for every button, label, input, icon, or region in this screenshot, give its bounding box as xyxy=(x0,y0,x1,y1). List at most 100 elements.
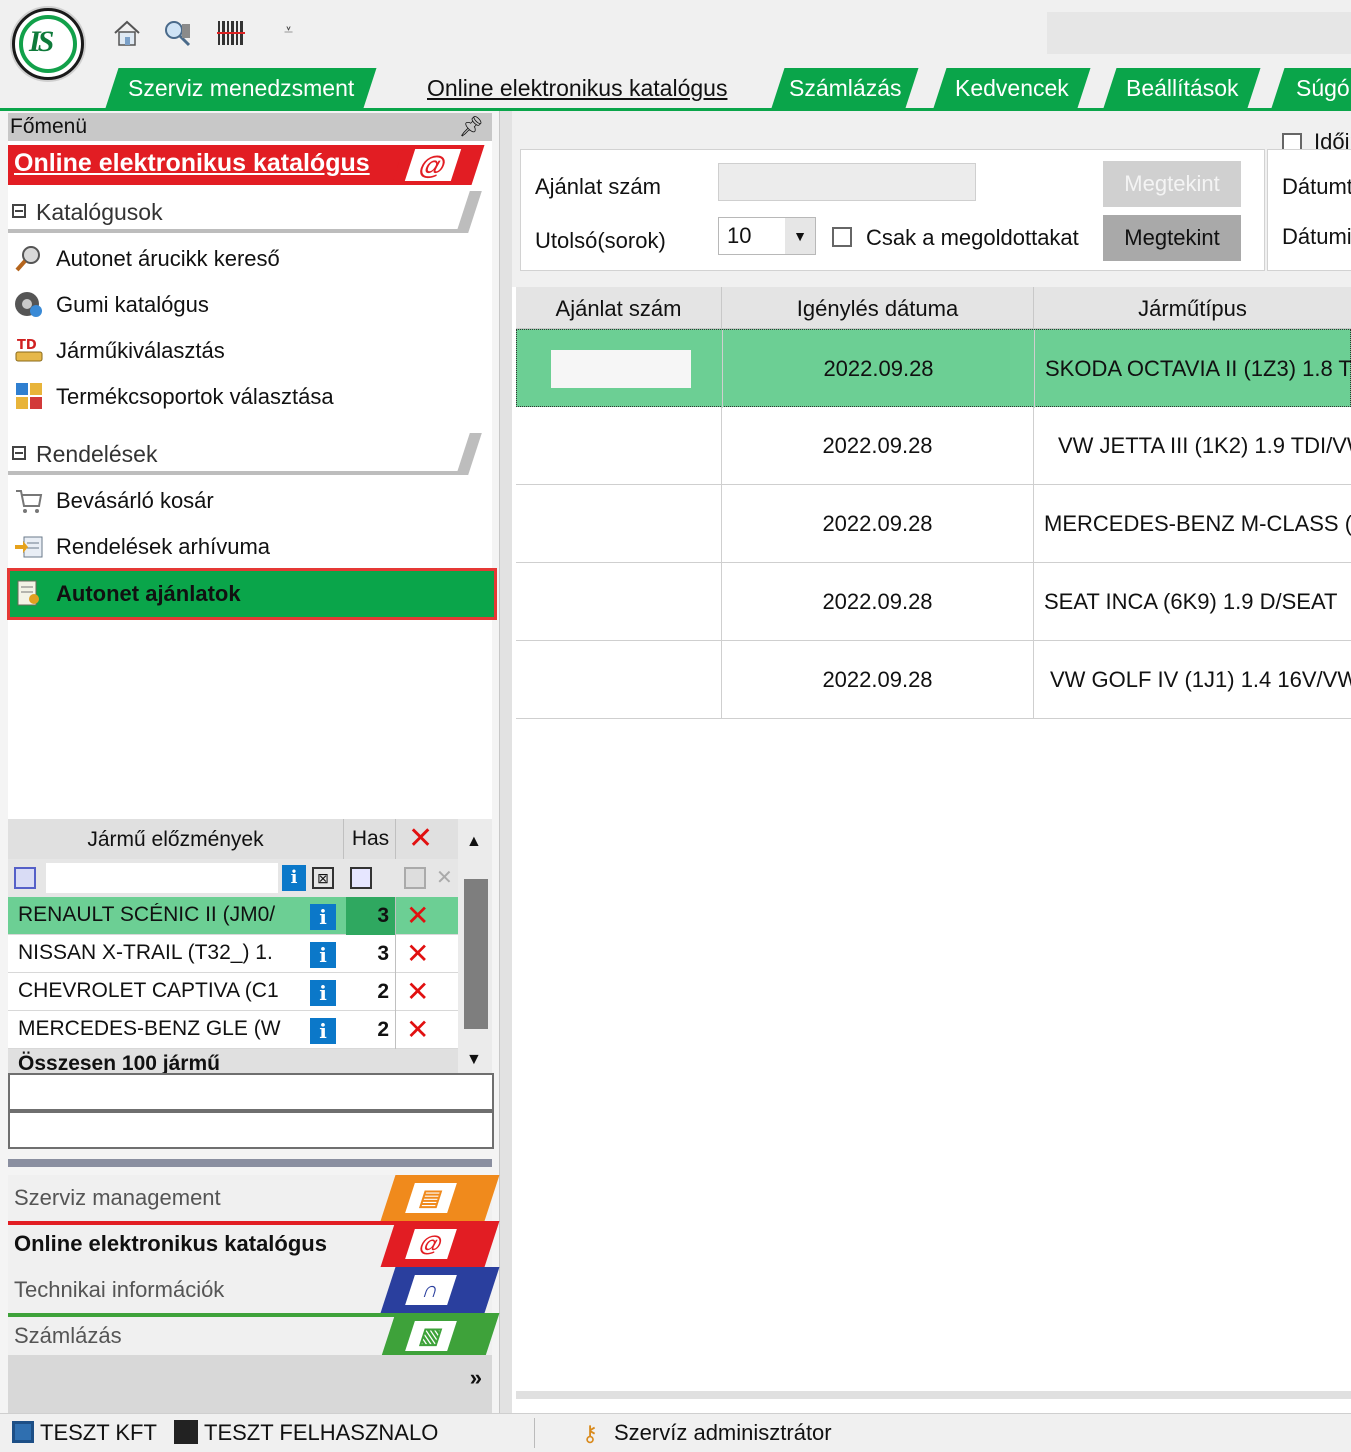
nav-online-katalogus[interactable]: Online elektronikus katalógus @ xyxy=(8,1221,500,1267)
sidebar-item-rendelesek-arhivuma[interactable]: Rendelések arhívuma xyxy=(14,527,490,567)
cell-offer-number xyxy=(517,330,723,408)
chevron-more-icon[interactable]: » xyxy=(470,1365,482,1391)
group-katalogusok[interactable]: Katalógusok xyxy=(8,191,492,233)
tab-szamlazas[interactable]: Számlázás xyxy=(771,68,919,108)
nav-szamlazas[interactable]: Számlázás ▧ xyxy=(8,1313,500,1359)
item-label: Gumi katalógus xyxy=(56,292,209,317)
table-row[interactable]: 2022.09.28 MERCEDES-BENZ M-CLASS (W163) xyxy=(516,485,1351,563)
filter-checkbox[interactable] xyxy=(14,867,36,889)
status-user: TESZT FELHASZNALO xyxy=(174,1420,438,1446)
app-window: IS ⩡ Szerviz menedzsment Online elektron… xyxy=(0,0,1351,1452)
sidebar: Főmenü 📌︎ Online elektronikus katalógus … xyxy=(0,111,500,1413)
info-icon[interactable]: i xyxy=(310,904,336,930)
cell-request-date: 2022.09.28 xyxy=(722,641,1034,719)
search-user-icon[interactable] xyxy=(162,18,192,48)
top-bar: IS ⩡ Szerviz menedzsment Online elektron… xyxy=(0,0,1351,111)
filter-area: Időintervallum Ajánlat szám Utolsó(sorok… xyxy=(512,111,1351,287)
sidebar-item-gumi-katalogus[interactable]: Gumi katalógus xyxy=(14,285,490,325)
info-icon[interactable]: i xyxy=(310,1018,336,1044)
cell-vehicle-type: SKODA OCTAVIA II (1Z3) 1.8 TSI xyxy=(1045,356,1351,381)
column-header-vehicle-type[interactable]: Járműtípus xyxy=(1034,287,1351,329)
barcode-icon[interactable] xyxy=(216,18,246,48)
splitter-grip[interactable] xyxy=(8,1159,492,1167)
filter-input[interactable] xyxy=(46,863,278,893)
tab-szerviz-menedzsment[interactable]: Szerviz menedzsment xyxy=(105,68,377,108)
tab-online-katalogus[interactable]: Online elektronikus katalógus xyxy=(395,68,759,108)
status-company: TESZT KFT xyxy=(12,1420,157,1446)
column-header-count[interactable]: Has xyxy=(346,819,396,859)
sidebar-item-bevasarlo-kosar[interactable]: Bevásárló kosár xyxy=(14,481,490,521)
only-solved-label: Csak a megoldottakat xyxy=(866,225,1079,250)
vehicle-history-row[interactable]: NISSAN X-TRAIL (T32_) 1. i 3 ✕ xyxy=(8,935,458,973)
catalog-title-banner[interactable]: Online elektronikus katalógus @ xyxy=(8,145,492,187)
info-icon[interactable]: i xyxy=(310,942,336,968)
sidebar-item-termekcsoportok[interactable]: Termékcsoportok választása xyxy=(14,377,490,417)
sidebar-item-autonet-ajanlatok[interactable]: Autonet ajánlatok xyxy=(7,568,497,620)
vehicle-count: 3 xyxy=(346,897,396,935)
nav-technikai-informaciok[interactable]: Technikai információk ∩ xyxy=(8,1267,500,1313)
info-icon[interactable]: i xyxy=(310,980,336,1006)
delete-all-icon[interactable]: ✕ xyxy=(408,821,433,856)
column-header-offer-number[interactable]: Ajánlat szám xyxy=(516,287,722,329)
top-search-field[interactable] xyxy=(1047,12,1351,54)
vehicle-history-row[interactable]: MERCEDES-BENZ GLE (W i 2 ✕ xyxy=(8,1011,458,1049)
detail-field-2[interactable] xyxy=(8,1111,494,1149)
scroll-thumb[interactable] xyxy=(464,879,488,1029)
vehicle-name: NISSAN X-TRAIL (T32_) 1. xyxy=(18,941,273,964)
user-label: TESZT FELHASZNALO xyxy=(204,1420,439,1445)
vehicle-history-row[interactable]: RENAULT SCÉNIC II (JM0/ i 3 ✕ xyxy=(8,897,458,935)
company-icon xyxy=(12,1421,34,1444)
count-filter-checkbox[interactable] xyxy=(350,867,372,889)
item-label: Autonet ajánlatok xyxy=(56,581,241,606)
delete-icon[interactable]: ✕ xyxy=(406,937,429,970)
collapse-icon[interactable] xyxy=(12,204,26,218)
chevron-down-icon[interactable]: ▼ xyxy=(785,218,815,254)
main-content: Időintervallum Ajánlat szám Utolsó(sorok… xyxy=(512,111,1351,1413)
group-rendelesek[interactable]: Rendelések xyxy=(8,433,492,475)
tab-beallitasok[interactable]: Beállítások xyxy=(1103,68,1261,108)
horizontal-scrollbar[interactable] xyxy=(516,1391,1351,1399)
only-solved-checkbox[interactable] xyxy=(832,227,852,247)
table-row[interactable]: 2022.09.28 SEAT INCA (6K9) 1.9 D/SEAT xyxy=(516,563,1351,641)
table-row[interactable]: 2022.09.28 VW JETTA III (1K2) 1.9 TDI/VW xyxy=(516,407,1351,485)
dropdown-icon[interactable]: ⩡ xyxy=(284,22,293,40)
table-row[interactable]: 2022.09.28 VW GOLF IV (1J1) 1.4 16V/VW xyxy=(516,641,1351,719)
cell-offer-number xyxy=(516,641,722,719)
pin-icon[interactable]: 📌︎ xyxy=(459,113,484,141)
date-filter-box: Dátumtól Dátumig xyxy=(1267,149,1351,271)
item-label: Járműkiválasztás xyxy=(56,338,225,363)
panel-splitter[interactable] xyxy=(500,111,512,1413)
cart-icon xyxy=(16,490,43,514)
column-header-request-date[interactable]: Igénylés dátuma xyxy=(722,287,1034,329)
nav-more[interactable]: » xyxy=(8,1355,492,1413)
delete-icon[interactable]: ✕ xyxy=(406,975,429,1008)
sidebar-item-arucikk-kereso[interactable]: Autonet árucikk kereső xyxy=(14,239,490,279)
vehicle-history-scrollbar[interactable]: ▲ ▼ xyxy=(458,819,492,1073)
tab-kedvencek[interactable]: Kedvencek xyxy=(933,68,1091,108)
delete-icon[interactable]: ✕ xyxy=(406,899,429,932)
cell-offer-number xyxy=(516,407,722,485)
cell-offer-number xyxy=(516,485,722,563)
view-list-button[interactable]: Megtekint xyxy=(1103,215,1241,261)
collapse-icon[interactable] xyxy=(12,446,26,460)
info-icon[interactable]: i xyxy=(282,865,306,891)
scroll-down-icon[interactable]: ▼ xyxy=(466,1051,482,1069)
last-rows-select[interactable]: 10 ▼ xyxy=(718,217,816,255)
vehicle-name: MERCEDES-BENZ GLE (W xyxy=(18,1017,281,1040)
home-icon[interactable] xyxy=(112,18,142,48)
nav-szerviz-management[interactable]: Szerviz management ▤ xyxy=(8,1175,500,1221)
sidebar-item-jarmukivalasztas[interactable]: TD Járműkiválasztás xyxy=(14,331,490,371)
product-groups-icon xyxy=(16,383,42,410)
view-offer-button[interactable]: Megtekint xyxy=(1103,161,1241,207)
filter-edit-icon[interactable]: ⊠ xyxy=(312,867,334,889)
column-header-vehicle[interactable]: Jármű előzmények xyxy=(8,819,344,859)
table-row[interactable]: 2022.09.28 SKODA OCTAVIA II (1Z3) 1.8 TS… xyxy=(516,329,1351,408)
clear-filter-icon[interactable] xyxy=(404,867,426,889)
offer-number-input[interactable] xyxy=(718,163,976,201)
clear-x-icon[interactable]: ✕ xyxy=(436,865,453,890)
detail-field-1[interactable] xyxy=(8,1073,494,1111)
scroll-up-icon[interactable]: ▲ xyxy=(466,833,482,851)
tab-sugo[interactable]: Súgó xyxy=(1271,68,1351,108)
vehicle-history-row[interactable]: CHEVROLET CAPTIVA (C1 i 2 ✕ xyxy=(8,973,458,1011)
delete-icon[interactable]: ✕ xyxy=(406,1013,429,1046)
